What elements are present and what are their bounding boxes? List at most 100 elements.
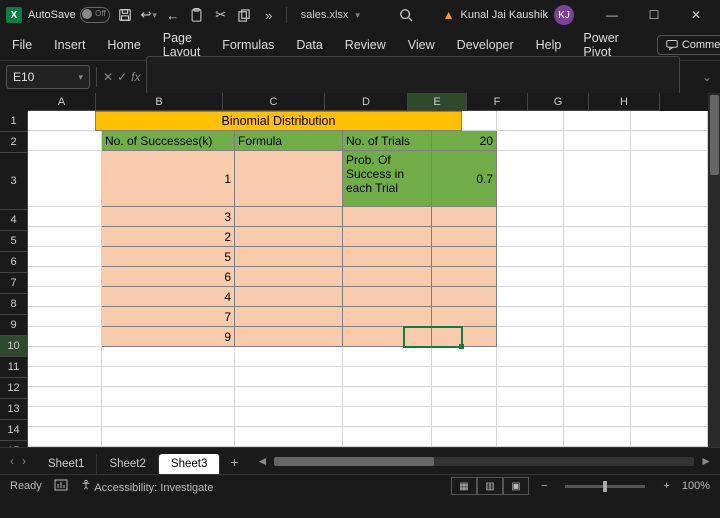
cell[interactable]	[235, 267, 343, 287]
sheet-tab-1[interactable]: Sheet1	[36, 454, 97, 474]
cell[interactable]	[631, 131, 708, 151]
cell[interactable]	[497, 131, 564, 151]
cell[interactable]	[497, 111, 564, 131]
row-header-15[interactable]: 15	[0, 441, 28, 447]
cell[interactable]	[497, 427, 564, 447]
zoom-in-button[interactable]: +	[663, 480, 669, 492]
cell[interactable]	[497, 367, 564, 387]
sheet-prev-icon[interactable]: ‹	[10, 454, 14, 468]
cell[interactable]	[497, 151, 564, 207]
tab-developer[interactable]: Developer	[455, 34, 516, 56]
cell[interactable]	[564, 131, 631, 151]
cell[interactable]	[235, 367, 343, 387]
cell[interactable]	[28, 111, 102, 131]
cell[interactable]	[28, 327, 102, 347]
enter-icon[interactable]: ✓	[117, 70, 127, 84]
cell[interactable]	[28, 131, 102, 151]
tab-formulas[interactable]: Formulas	[220, 34, 276, 56]
cell[interactable]	[235, 227, 343, 247]
cell[interactable]	[28, 287, 102, 307]
cell[interactable]	[631, 347, 708, 367]
row-header-11[interactable]: 11	[0, 357, 28, 378]
cell[interactable]	[343, 327, 432, 347]
comments-button[interactable]: Comments	[657, 35, 720, 55]
cell[interactable]: 2	[102, 227, 235, 247]
cell[interactable]	[564, 151, 631, 207]
cell[interactable]	[235, 347, 343, 367]
stats-icon[interactable]	[54, 479, 68, 494]
zoom-level[interactable]: 100%	[682, 480, 710, 492]
row-header-5[interactable]: 5	[0, 231, 28, 252]
tab-help[interactable]: Help	[534, 34, 564, 56]
cell[interactable]	[343, 347, 432, 367]
row-header-8[interactable]: 8	[0, 294, 28, 315]
row-header-2[interactable]: 2	[0, 132, 28, 153]
row-header-6[interactable]: 6	[0, 252, 28, 273]
cell[interactable]	[102, 407, 235, 427]
title-cell[interactable]: Binomial Distribution	[95, 111, 462, 131]
col-header-H[interactable]: H	[589, 93, 660, 111]
search-icon[interactable]	[397, 6, 415, 24]
cell[interactable]	[432, 407, 497, 427]
cell[interactable]	[235, 307, 343, 327]
cell[interactable]	[631, 227, 708, 247]
cell[interactable]	[631, 267, 708, 287]
scroll-right-icon[interactable]: ►	[700, 454, 712, 468]
user-name[interactable]: Kunal Jai Kaushik	[461, 9, 548, 21]
cell[interactable]	[343, 387, 432, 407]
view-normal-icon[interactable]: ▦	[451, 477, 477, 495]
cell[interactable]	[432, 207, 497, 227]
row-header-13[interactable]: 13	[0, 399, 28, 420]
cell[interactable]: 0.7	[432, 151, 497, 207]
view-break-icon[interactable]: ▣	[503, 477, 529, 495]
cell[interactable]: No. of Trials	[343, 131, 432, 151]
tab-data[interactable]: Data	[294, 34, 324, 56]
cell[interactable]	[631, 207, 708, 227]
vertical-scrollbar[interactable]	[708, 93, 720, 447]
cell[interactable]	[102, 347, 235, 367]
tab-review[interactable]: Review	[343, 34, 388, 56]
cell[interactable]	[432, 247, 497, 267]
cell[interactable]	[497, 327, 564, 347]
cell[interactable]: 5	[102, 247, 235, 267]
cell[interactable]	[28, 267, 102, 287]
row-header-4[interactable]: 4	[0, 210, 28, 231]
view-layout-icon[interactable]: ▥	[477, 477, 503, 495]
cell[interactable]	[432, 387, 497, 407]
expand-formula-icon[interactable]: ⌄	[700, 70, 714, 84]
minimize-button[interactable]: —	[594, 1, 630, 29]
cell[interactable]	[631, 407, 708, 427]
cell[interactable]	[631, 387, 708, 407]
cell[interactable]	[497, 287, 564, 307]
formula-bar[interactable]	[146, 56, 680, 98]
col-header-F[interactable]: F	[467, 93, 528, 111]
cell[interactable]	[564, 407, 631, 427]
cell[interactable]	[564, 287, 631, 307]
cell[interactable]: Formula	[235, 131, 343, 151]
cell[interactable]	[28, 307, 102, 327]
cell[interactable]	[631, 367, 708, 387]
tab-file[interactable]: File	[10, 34, 34, 56]
col-header-B[interactable]: B	[96, 93, 223, 111]
row-header-1[interactable]: 1	[0, 111, 28, 132]
cell[interactable]	[631, 247, 708, 267]
cell[interactable]	[235, 287, 343, 307]
col-header-A[interactable]: A	[28, 93, 96, 111]
cell[interactable]	[343, 407, 432, 427]
cell[interactable]	[235, 151, 343, 207]
maximize-button[interactable]: ☐	[636, 1, 672, 29]
cell[interactable]	[497, 227, 564, 247]
zoom-out-button[interactable]: −	[541, 480, 547, 492]
cell[interactable]: Prob. Of Success in each Trial	[343, 151, 432, 207]
cell[interactable]	[432, 287, 497, 307]
cell[interactable]	[631, 151, 708, 207]
tab-view[interactable]: View	[406, 34, 437, 56]
cell[interactable]	[631, 427, 708, 447]
col-header-D[interactable]: D	[325, 93, 408, 111]
cell[interactable]	[432, 367, 497, 387]
cell[interactable]	[102, 427, 235, 447]
cell[interactable]	[432, 227, 497, 247]
add-sheet-button[interactable]: +	[220, 450, 248, 474]
cell[interactable]	[497, 347, 564, 367]
cell[interactable]	[28, 207, 102, 227]
